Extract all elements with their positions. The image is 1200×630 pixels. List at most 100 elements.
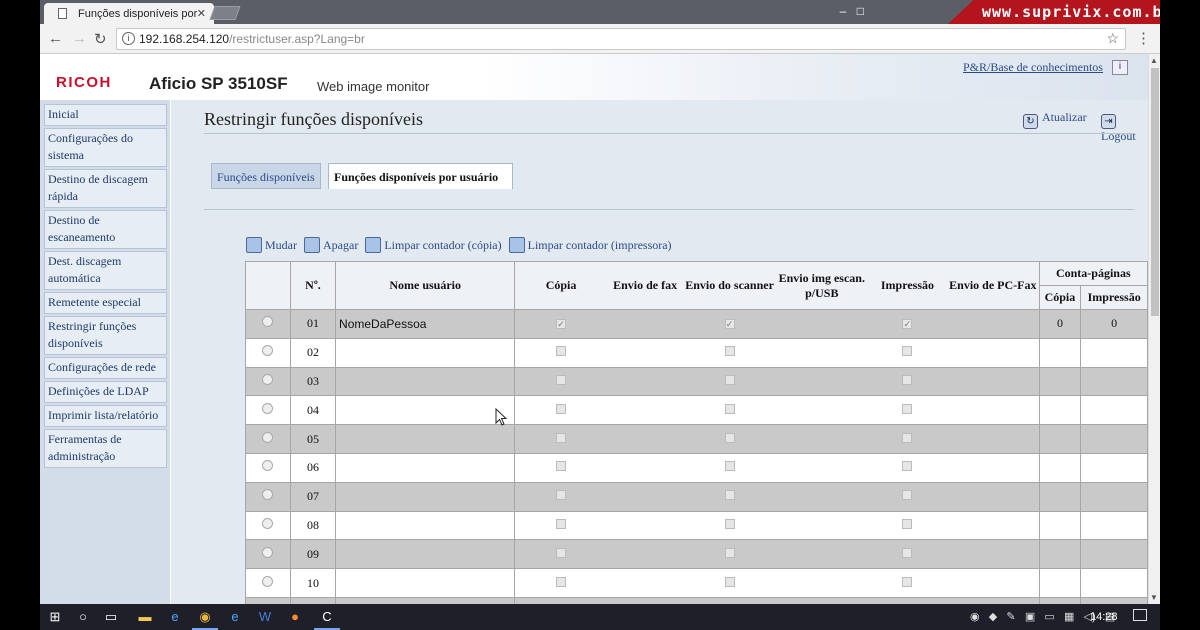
row-select-radio[interactable] (262, 546, 274, 558)
browser-tab[interactable]: Funções disponíveis por ✕ (44, 3, 214, 24)
scanner-checkbox[interactable] (724, 576, 735, 587)
copy-checkbox[interactable] (556, 403, 567, 414)
tab-functions-per-user[interactable]: Funções disponíveis por usuário (328, 163, 513, 189)
scanner-checkbox[interactable] (724, 490, 735, 501)
info-icon[interactable]: i (1112, 60, 1128, 75)
sidebar-item-inicial[interactable]: Inicial (44, 104, 167, 126)
print-checkbox[interactable] (902, 432, 913, 443)
row-select-radio[interactable] (262, 316, 274, 328)
print-checkbox[interactable] (902, 403, 913, 414)
sidebar-item-special-sender[interactable]: Remetente especial (44, 292, 167, 314)
internet-explorer-icon[interactable]: e (226, 608, 244, 626)
info-icon[interactable]: i (122, 32, 135, 45)
logout-link[interactable]: ⇥Logout (1101, 110, 1148, 144)
row-select-radio[interactable] (262, 517, 274, 529)
maximize-icon[interactable]: □ (853, 4, 867, 18)
notifications-icon[interactable] (1133, 609, 1147, 621)
task-view-icon[interactable]: ▭ (102, 608, 120, 626)
copy-checkbox[interactable] (556, 374, 567, 385)
row-select-radio[interactable] (262, 575, 274, 587)
scanner-checkbox[interactable] (724, 547, 735, 558)
close-tab-icon[interactable]: ✕ (197, 7, 206, 20)
sidebar-item-system-settings[interactable]: Configurações do sistema (44, 128, 167, 167)
tab-available-functions[interactable]: Funções disponíveis (211, 163, 321, 189)
copy-checkbox[interactable]: ✓ (556, 319, 567, 330)
print-checkbox[interactable] (902, 346, 913, 357)
table-row[interactable]: 08 (245, 510, 1148, 541)
print-checkbox[interactable]: ✓ (902, 319, 913, 330)
sidebar-item-admin-tools[interactable]: Ferramentas de administração (44, 429, 167, 468)
reload-icon[interactable]: ↻ (94, 30, 107, 48)
firefox-icon[interactable]: ● (286, 608, 304, 626)
copy-checkbox[interactable] (556, 461, 567, 472)
sidebar-item-scan-destination[interactable]: Destino de escaneamento (44, 210, 167, 249)
scanner-checkbox[interactable] (724, 374, 735, 385)
edge-icon[interactable]: e (166, 608, 184, 626)
security-icon[interactable]: ◆ (989, 611, 997, 623)
chrome-icon[interactable]: ◉ (192, 608, 218, 630)
table-row[interactable]: 06 (245, 452, 1148, 483)
sidebar-item-ldap[interactable]: Definições de LDAP (44, 381, 167, 403)
table-row[interactable]: 10 (245, 568, 1148, 598)
clear-print-counter-button[interactable]: Limpar contador (impressora) (508, 237, 672, 253)
change-button[interactable]: Mudar (246, 237, 297, 253)
table-row[interactable]: 02 (245, 337, 1148, 368)
table-row[interactable]: 03 (245, 366, 1148, 397)
print-checkbox[interactable] (902, 547, 913, 558)
forward-icon[interactable]: → (72, 30, 87, 47)
row-select-radio[interactable] (262, 345, 274, 357)
copy-checkbox[interactable] (556, 346, 567, 357)
tray-icon[interactable]: ▣ (1025, 611, 1035, 623)
row-select-radio[interactable] (262, 431, 274, 443)
print-checkbox[interactable] (902, 374, 913, 385)
table-row[interactable]: 07 (245, 481, 1148, 512)
word-icon[interactable]: W (256, 608, 274, 626)
scroll-up-icon[interactable]: ▲ (1150, 56, 1158, 65)
print-checkbox[interactable] (902, 518, 913, 529)
row-select-radio[interactable] (262, 489, 274, 501)
refresh-link[interactable]: ↻ Atualizar (1023, 110, 1087, 129)
copy-checkbox[interactable] (556, 432, 567, 443)
scanner-checkbox[interactable]: ✓ (724, 319, 735, 330)
row-select-radio[interactable] (262, 460, 274, 472)
file-explorer-icon[interactable]: ▬ (136, 608, 154, 626)
scanner-checkbox[interactable] (724, 461, 735, 472)
copy-checkbox[interactable] (556, 576, 567, 587)
scroll-down-icon[interactable]: ▼ (1150, 593, 1158, 602)
print-checkbox[interactable] (902, 490, 913, 501)
row-select-radio[interactable] (262, 402, 274, 414)
app-icon[interactable]: C (314, 608, 340, 630)
taskbar-clock[interactable]: 14:28 (1090, 611, 1118, 623)
network-icon[interactable]: ▦ (1064, 611, 1074, 623)
battery-icon[interactable]: ▭ (1044, 611, 1054, 623)
browser-menu-icon[interactable]: ⋮ (1136, 29, 1151, 47)
print-checkbox[interactable] (902, 461, 913, 472)
table-row[interactable]: 01 NomeDaPessoa ✓ ✓ ✓ 0 0 (245, 309, 1148, 339)
scanner-checkbox[interactable] (724, 403, 735, 414)
page-scrollbar[interactable]: ▲ ▼ (1148, 54, 1160, 604)
chrome-tray-icon[interactable]: ◉ (970, 611, 980, 623)
scanner-checkbox[interactable] (724, 518, 735, 529)
cortana-icon[interactable]: ○ (74, 608, 92, 626)
sidebar-item-network-settings[interactable]: Configurações de rede (44, 357, 167, 379)
row-select-radio[interactable] (262, 373, 274, 385)
address-bar[interactable]: i 192.168.254.120/restrictuser.asp?Lang=… (116, 28, 1126, 50)
table-row[interactable]: 05 (245, 424, 1148, 454)
minimize-icon[interactable]: – (836, 4, 850, 18)
bookmark-star-icon[interactable]: ☆ (1106, 30, 1119, 47)
copy-checkbox[interactable] (556, 518, 567, 529)
scrollbar-thumb[interactable] (1151, 68, 1159, 316)
copy-checkbox[interactable] (556, 490, 567, 501)
tray-icon[interactable]: ✎ (1006, 611, 1015, 623)
scanner-checkbox[interactable] (724, 432, 735, 443)
back-icon[interactable]: ← (48, 30, 63, 47)
clear-copy-counter-button[interactable]: Limpar contador (cópia) (365, 237, 502, 253)
scanner-checkbox[interactable] (724, 346, 735, 357)
table-row[interactable]: 04 (245, 395, 1148, 426)
new-tab-button[interactable] (209, 6, 241, 20)
windows-start-icon[interactable]: ⊞ (46, 608, 64, 626)
sidebar-item-speed-dial[interactable]: Destino de discagem rápida (44, 169, 167, 208)
delete-button[interactable]: Apagar (304, 237, 358, 253)
sidebar-item-auto-dial[interactable]: Dest. discagem automática (44, 251, 167, 290)
table-row[interactable]: 09 (245, 539, 1148, 570)
